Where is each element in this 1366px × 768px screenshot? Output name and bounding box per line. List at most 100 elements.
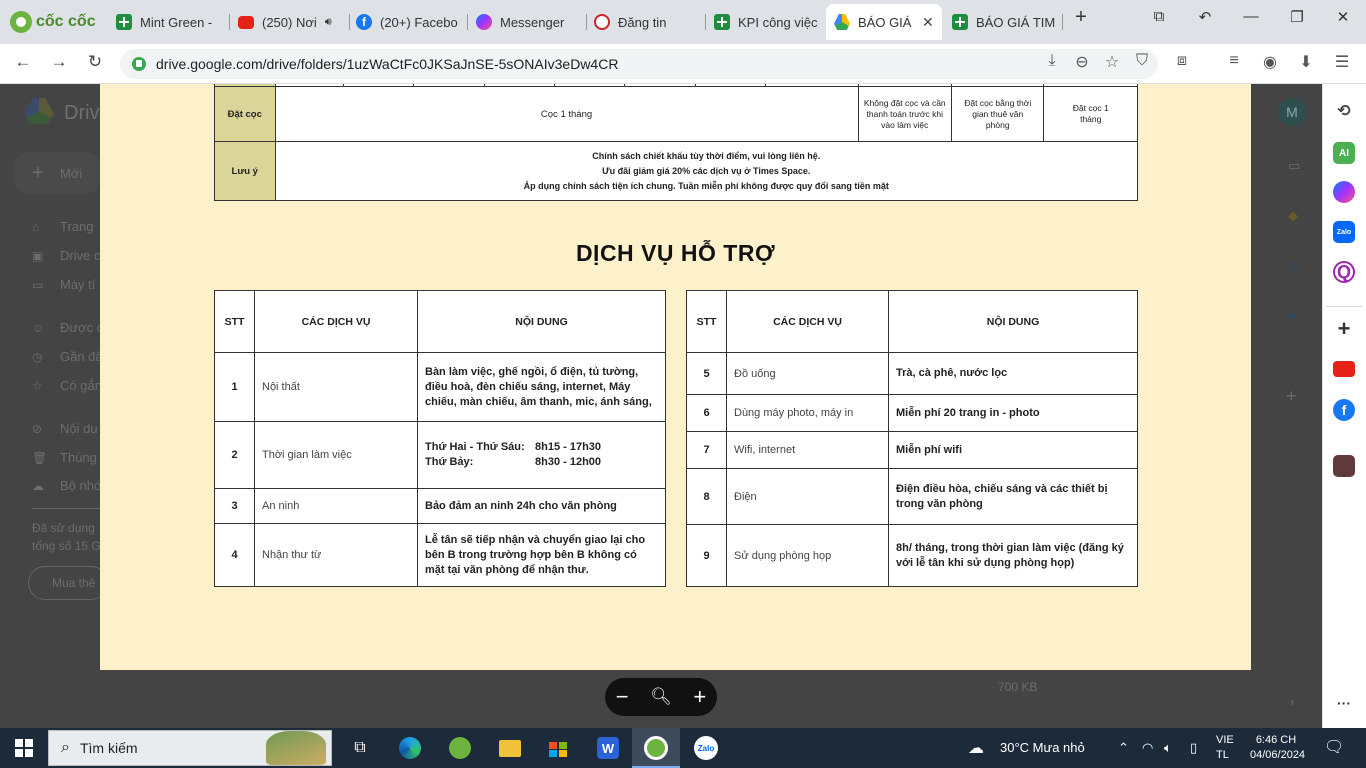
table-row: 1 Nội thất Bàn làm việc, ghế ngồi, ổ điệ… bbox=[214, 352, 666, 422]
nav-spam[interactable]: Nội du bbox=[60, 421, 98, 436]
wps-icon[interactable]: W bbox=[594, 734, 622, 762]
zoom-in-button[interactable]: + bbox=[693, 684, 706, 710]
drive-icon: ▣ bbox=[32, 249, 44, 263]
start-icon[interactable] bbox=[10, 734, 38, 762]
row-service: Dùng máy photo, máy in bbox=[726, 394, 889, 432]
row-stt: 7 bbox=[686, 431, 727, 469]
weather-icon[interactable]: ☁︎ bbox=[968, 738, 984, 758]
table-row: 6 Dùng máy photo, máy in Miễn phí 20 tra… bbox=[686, 394, 1138, 432]
profile-icon[interactable]: ◉ bbox=[1258, 52, 1282, 72]
zalo-icon[interactable]: Zalo bbox=[1333, 221, 1355, 243]
extensions-icon[interactable]: ⧈ bbox=[1170, 52, 1194, 70]
shield-icon[interactable]: ⛉ bbox=[1130, 52, 1154, 70]
zoom-magnifier-icon[interactable]: 🔍︎ bbox=[650, 687, 672, 707]
tab-bao-gia-tim[interactable]: BÁO GIÁ TIM bbox=[944, 8, 1062, 36]
zoom-control: − 🔍︎ + bbox=[605, 678, 717, 716]
tab-dang-tin[interactable]: Đăng tin bbox=[586, 8, 704, 36]
close-tab-icon[interactable]: ✕ bbox=[922, 14, 934, 31]
messenger-icon[interactable] bbox=[1333, 181, 1355, 203]
nav-my-drive[interactable]: Drive c bbox=[60, 248, 100, 263]
nav-storage[interactable]: Bộ nhớ bbox=[60, 478, 103, 493]
contacts-icon[interactable]: ● bbox=[1288, 308, 1296, 323]
tab-kpi[interactable]: KPI công việc bbox=[706, 8, 824, 36]
tab-search-icon[interactable]: ⧉ bbox=[1144, 8, 1174, 25]
volume-icon[interactable]: 🔈︎ bbox=[1164, 740, 1172, 756]
zalo-taskbar-icon[interactable]: Zalo bbox=[692, 734, 720, 762]
speaker-icon[interactable]: 🔊︎ bbox=[325, 16, 332, 29]
tab-youtube[interactable]: (250) Nơi 🔊︎ bbox=[230, 8, 350, 36]
maximize-icon[interactable]: ❐ bbox=[1282, 8, 1312, 26]
reload-icon[interactable]: ↻ bbox=[82, 52, 108, 72]
add-addon-icon[interactable]: + bbox=[1286, 386, 1297, 407]
weekday-hours: 8h15 - 17h30 bbox=[535, 441, 602, 453]
chevron-right-icon[interactable]: › bbox=[1290, 694, 1294, 709]
clock-icon bbox=[594, 14, 610, 30]
nav-computers[interactable]: Máy tí bbox=[60, 277, 95, 292]
tab-facebook[interactable]: f (20+) Facebo bbox=[348, 8, 466, 36]
back-icon[interactable]: ← bbox=[10, 52, 36, 72]
sidebar-divider bbox=[1326, 306, 1362, 307]
drive-avatar[interactable]: M bbox=[1278, 98, 1306, 126]
language-indicator[interactable]: VIE TL bbox=[1216, 733, 1234, 763]
panel-icon[interactable]: ▭ bbox=[1288, 158, 1300, 174]
add-icon[interactable]: + bbox=[1333, 316, 1355, 341]
close-window-icon[interactable]: ✕ bbox=[1328, 8, 1358, 26]
coccoc-active-icon[interactable] bbox=[642, 734, 670, 762]
new-tab-icon[interactable]: + bbox=[1066, 6, 1096, 29]
tab-messenger[interactable]: Messenger bbox=[468, 8, 586, 36]
q-icon[interactable]: Q bbox=[1333, 261, 1355, 283]
edge-icon[interactable] bbox=[396, 734, 424, 762]
site-info-icon[interactable] bbox=[132, 57, 146, 71]
avatar-icon[interactable] bbox=[1333, 455, 1355, 477]
minimize-icon[interactable]: — bbox=[1236, 8, 1266, 25]
forward-icon[interactable]: → bbox=[46, 52, 72, 72]
tab-bao-gia-active[interactable]: BÁO GIÁ ✕ bbox=[826, 4, 942, 40]
store-icon[interactable] bbox=[544, 734, 572, 762]
bird-illustration-icon bbox=[266, 731, 326, 765]
deposit-cell-1: Không đặt cọc và cần thanh toán trước kh… bbox=[857, 86, 953, 142]
nav-starred[interactable]: Có gắn bbox=[60, 378, 102, 393]
search-icon: ⌕ bbox=[61, 739, 70, 756]
browser-logo[interactable]: cốc cốc bbox=[10, 10, 96, 34]
address-bar[interactable]: drive.google.com/drive/folders/1uzWaCtFc… bbox=[120, 49, 1158, 79]
download-icon[interactable]: ⬇ bbox=[1294, 52, 1318, 72]
nav-home[interactable]: Trang bbox=[60, 219, 93, 234]
history-back-icon[interactable]: ↶ bbox=[1190, 8, 1220, 26]
row-content: Điện điều hòa, chiếu sáng và các thiết b… bbox=[888, 468, 1138, 525]
header-service: CÁC DỊCH VỤ bbox=[726, 290, 889, 353]
coccoc-logo-icon bbox=[10, 11, 32, 33]
bookmark-star-icon[interactable]: ☆ bbox=[1100, 52, 1124, 72]
cloud-icon: ☁︎ bbox=[32, 479, 44, 493]
wifi-icon[interactable]: ◠ bbox=[1142, 740, 1153, 756]
header-stt: STT bbox=[686, 290, 727, 353]
clock[interactable]: 6:46 CH 04/06/2024 bbox=[1250, 733, 1305, 763]
keep-icon[interactable]: ◆ bbox=[1288, 208, 1298, 224]
nav-recent[interactable]: Gần đâ bbox=[60, 349, 103, 364]
tab-mint-green[interactable]: Mint Green - bbox=[108, 8, 228, 36]
zoom-out-button[interactable]: − bbox=[616, 684, 629, 710]
task-view-icon[interactable]: ⧉ bbox=[346, 734, 374, 762]
new-button-label: Mới bbox=[60, 166, 83, 181]
tasks-icon[interactable]: ◎ bbox=[1288, 258, 1299, 274]
history-icon[interactable]: ⟲ bbox=[1333, 100, 1355, 122]
ai-icon[interactable]: AI bbox=[1333, 142, 1355, 164]
sheets-icon bbox=[714, 14, 730, 30]
nav-shared[interactable]: Được c bbox=[60, 320, 103, 335]
file-explorer-icon[interactable] bbox=[496, 734, 524, 762]
coccoc-icon[interactable] bbox=[446, 734, 474, 762]
nav-trash[interactable]: Thùng bbox=[60, 450, 97, 465]
youtube-icon[interactable] bbox=[1333, 361, 1355, 377]
battery-icon[interactable]: ▯ bbox=[1190, 740, 1197, 756]
zoom-icon[interactable]: ⊖ bbox=[1070, 52, 1094, 72]
youtube-icon bbox=[238, 15, 254, 29]
chevron-up-icon[interactable]: ⌃ bbox=[1118, 740, 1129, 756]
menu-icon[interactable]: ☰ bbox=[1330, 52, 1354, 72]
notification-icon[interactable]: 🗨︎ bbox=[1324, 737, 1344, 757]
media-icon[interactable]: ≡ bbox=[1222, 52, 1246, 70]
install-icon[interactable]: ⤓ bbox=[1040, 52, 1064, 70]
facebook-icon[interactable]: f bbox=[1333, 399, 1355, 421]
new-button[interactable] bbox=[14, 152, 100, 194]
row-service: Thời gian làm việc bbox=[254, 421, 418, 489]
weather-text[interactable]: 30°C Mưa nhỏ bbox=[1000, 740, 1085, 755]
more-icon[interactable]: ··· bbox=[1333, 692, 1355, 714]
